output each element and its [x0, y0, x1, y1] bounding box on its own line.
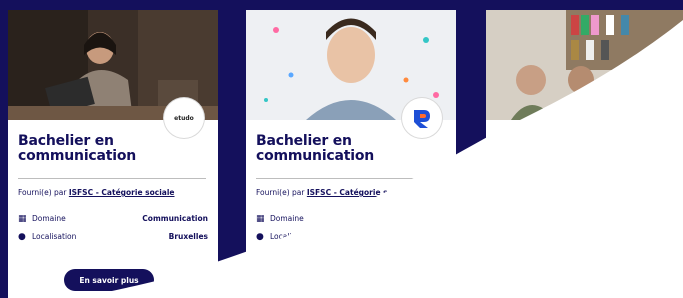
provider-logo-1: etudo [164, 98, 204, 138]
separator [18, 178, 206, 179]
title-line-2: communication [18, 148, 137, 164]
stage: etudo Bachelier en communication Fourni(… [0, 0, 683, 298]
card-title-1: Bachelier en communication [18, 134, 188, 164]
title-line-1: Bachelier en [18, 133, 114, 149]
provider-link[interactable]: ISFSC - Catégorie sociale [69, 188, 175, 197]
domain-value: Commu [354, 214, 386, 223]
location-pin-icon: ● [18, 232, 26, 242]
location-value: Bruxelles [168, 232, 208, 241]
program-card-2[interactable]: Bachelier en communication Fourni(e) par… [246, 10, 456, 298]
location-label: Localisation [270, 232, 315, 241]
title-line-2: communication [256, 148, 375, 164]
domain-row: ▦ Domaine Commu [256, 214, 446, 226]
provided-by: Fourni(e) par ISFSC - Catégorie sociale [18, 188, 213, 197]
domain-icon: ▦ [18, 214, 27, 224]
title-line-1: Bachel [496, 133, 548, 149]
domain-label: Domaine [270, 214, 304, 223]
card-photo-3 [486, 10, 683, 120]
provided-prefix: Fourni(e) par [256, 188, 305, 197]
separator [256, 178, 444, 179]
location-pin-icon: ● [256, 232, 264, 242]
program-card-3[interactable]: Bachel com [486, 10, 683, 298]
location-row: ● Localisation [256, 232, 446, 244]
title-line-2: com [496, 148, 528, 164]
domain-label: Domaine [32, 214, 66, 223]
domain-value: Communication [142, 214, 208, 223]
domain-icon: ▦ [256, 214, 265, 224]
provided-by: Fourni(e) par ISFSC - Catégorie sociale [256, 188, 451, 197]
location-label: Localisation [32, 232, 77, 241]
provided-prefix: Fourni(e) par [18, 188, 67, 197]
logo-text: etudo [174, 114, 194, 122]
program-card-1[interactable]: etudo Bachelier en communication Fourni(… [8, 10, 218, 298]
provider-logo-2 [402, 98, 442, 138]
card-title-3: Bachel com [496, 134, 666, 164]
card-title-2: Bachelier en communication [256, 134, 426, 164]
provider-link[interactable]: ISFSC - Catégorie sociale [307, 188, 413, 197]
learn-more-button[interactable]: En savoir plus [64, 269, 154, 291]
location-row: ● Localisation Bruxelles [18, 232, 208, 244]
domain-row: ▦ Domaine Communication [18, 214, 208, 226]
title-line-1: Bachelier en [256, 133, 352, 149]
